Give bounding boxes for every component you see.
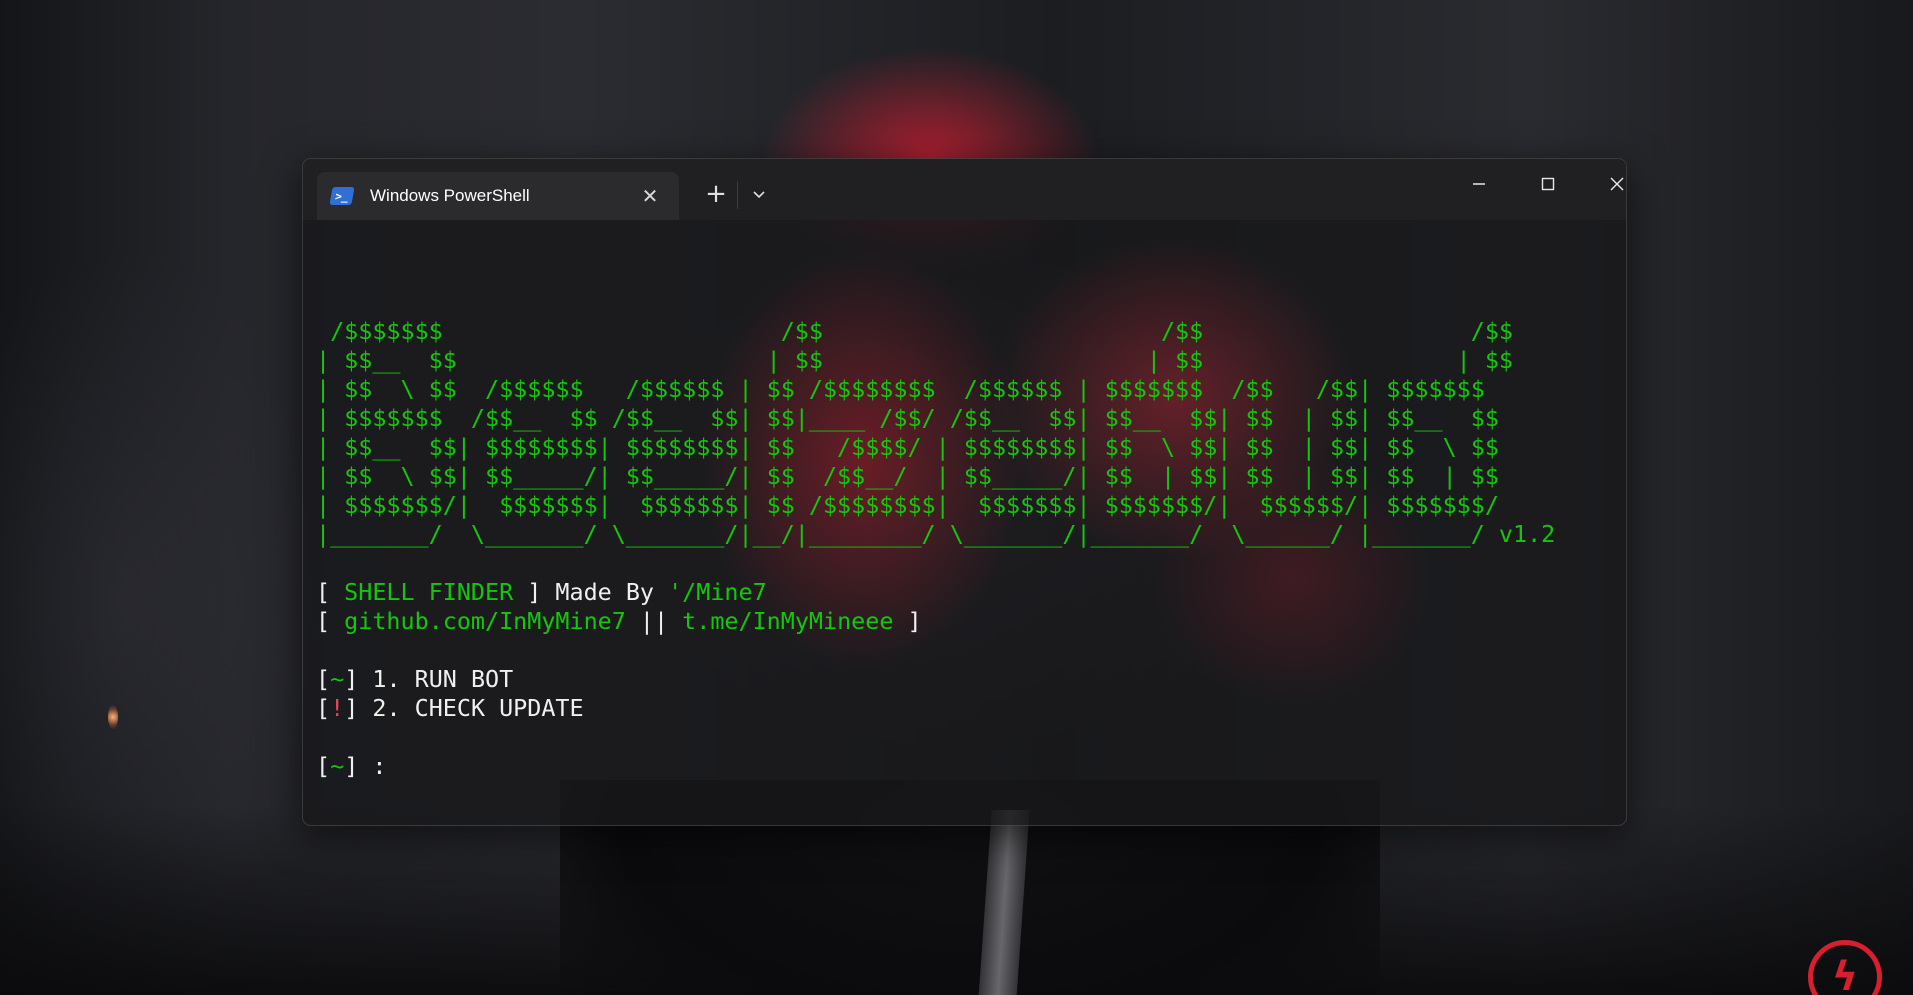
maximize-button[interactable] <box>1518 164 1578 204</box>
tool-name: SHELL FINDER <box>344 578 514 606</box>
banner-line: | $$$$$$$ /$$__ $$ /$$__ $$| $$|____ /$$… <box>316 404 1499 432</box>
terminal-window: >_ Windows PowerShell ✕ + /$$$$$$$ /$$ /… <box>302 158 1627 826</box>
title-bar[interactable]: >_ Windows PowerShell ✕ + <box>303 159 1626 220</box>
bracket-open: [ <box>316 665 331 693</box>
menu-symbol: ! <box>330 694 345 722</box>
banner-line: /$$$$$$$ /$$ /$$ /$$ <box>316 317 1513 345</box>
background-candle <box>108 705 118 729</box>
tab-divider <box>737 181 738 209</box>
input-prompt[interactable]: [~] : <box>316 752 1626 781</box>
bracket-close: ] <box>344 694 359 722</box>
menu-item-label: 2. CHECK UPDATE <box>358 694 584 722</box>
menu-symbol: ~ <box>330 665 345 693</box>
new-tab-button[interactable]: + <box>696 174 736 214</box>
info-line-title: [ SHELL FINDER ] Made By '/Mine7 <box>316 578 1626 607</box>
banner-line: | $$ \ $$| $$_____/| $$_____/| $$ /$$__/… <box>316 462 1499 490</box>
banner-line: | $$__ $$| $$$$$$$$| $$$$$$$$| $$ /$$$$/… <box>316 433 1499 461</box>
bracket-close: ] <box>344 752 359 780</box>
banner-line: | $$__ $$ | $$ | $$ | $$ <box>316 346 1513 374</box>
made-by-text: ] Made By <box>513 578 669 606</box>
bracket-open: [ <box>316 752 331 780</box>
author-name: '/Mine7 <box>668 578 767 606</box>
plus-icon: + <box>705 179 727 209</box>
tab-title: Windows PowerShell <box>370 186 530 205</box>
banner-line: | $$ \ $$ /$$$$$$ /$$$$$$ | $$ /$$$$$$$$… <box>316 375 1485 403</box>
menu-item-label: 1. RUN BOT <box>358 665 514 693</box>
desktop-background: ϟ >_ Windows PowerShell ✕ + /$$$$$$$ /$$… <box>0 0 1913 995</box>
minimize-icon <box>1473 183 1485 185</box>
terminal-output[interactable]: /$$$$$$$ /$$ /$$ /$$ | $$__ $$ | $$ | $$… <box>303 220 1626 781</box>
tab-close-icon[interactable]: ✕ <box>635 184 665 208</box>
minimize-button[interactable] <box>1449 164 1509 204</box>
chevron-down-icon <box>753 191 765 199</box>
close-icon <box>1610 177 1624 191</box>
github-link[interactable]: github.com/InMyMine7 <box>344 607 626 635</box>
ascii-banner: /$$$$$$$ /$$ /$$ /$$ | $$__ $$ | $$ | $$… <box>316 220 1626 549</box>
bracket-open: [ <box>316 578 345 606</box>
bracket-open: [ <box>316 607 345 635</box>
bracket-close: ] <box>344 665 359 693</box>
powershell-icon: >_ <box>329 187 355 205</box>
menu-item-check-update: [!] 2. CHECK UPDATE <box>316 694 1626 723</box>
link-separator: || <box>625 607 683 635</box>
bracket-close: ] <box>893 607 922 635</box>
telegram-link[interactable]: t.me/InMyMineee <box>682 607 893 635</box>
close-button[interactable] <box>1587 164 1626 204</box>
prompt-symbol: ~ <box>330 752 345 780</box>
prompt-label: : <box>358 752 387 780</box>
maximize-icon <box>1541 177 1555 191</box>
banner-line: | $$$$$$$/| $$$$$$$| $$$$$$$| $$ /$$$$$$… <box>316 491 1499 519</box>
bracket-open: [ <box>316 694 331 722</box>
info-line-links: [ github.com/InMyMine7 || t.me/InMyMinee… <box>316 607 1626 636</box>
banner-line: |_______/ \_______/ \_______/|__/|______… <box>316 520 1556 548</box>
menu-item-run-bot: [~] 1. RUN BOT <box>316 665 1626 694</box>
tab-dropdown-button[interactable] <box>739 174 779 214</box>
tab-windows-powershell[interactable]: >_ Windows PowerShell ✕ <box>317 172 679 220</box>
